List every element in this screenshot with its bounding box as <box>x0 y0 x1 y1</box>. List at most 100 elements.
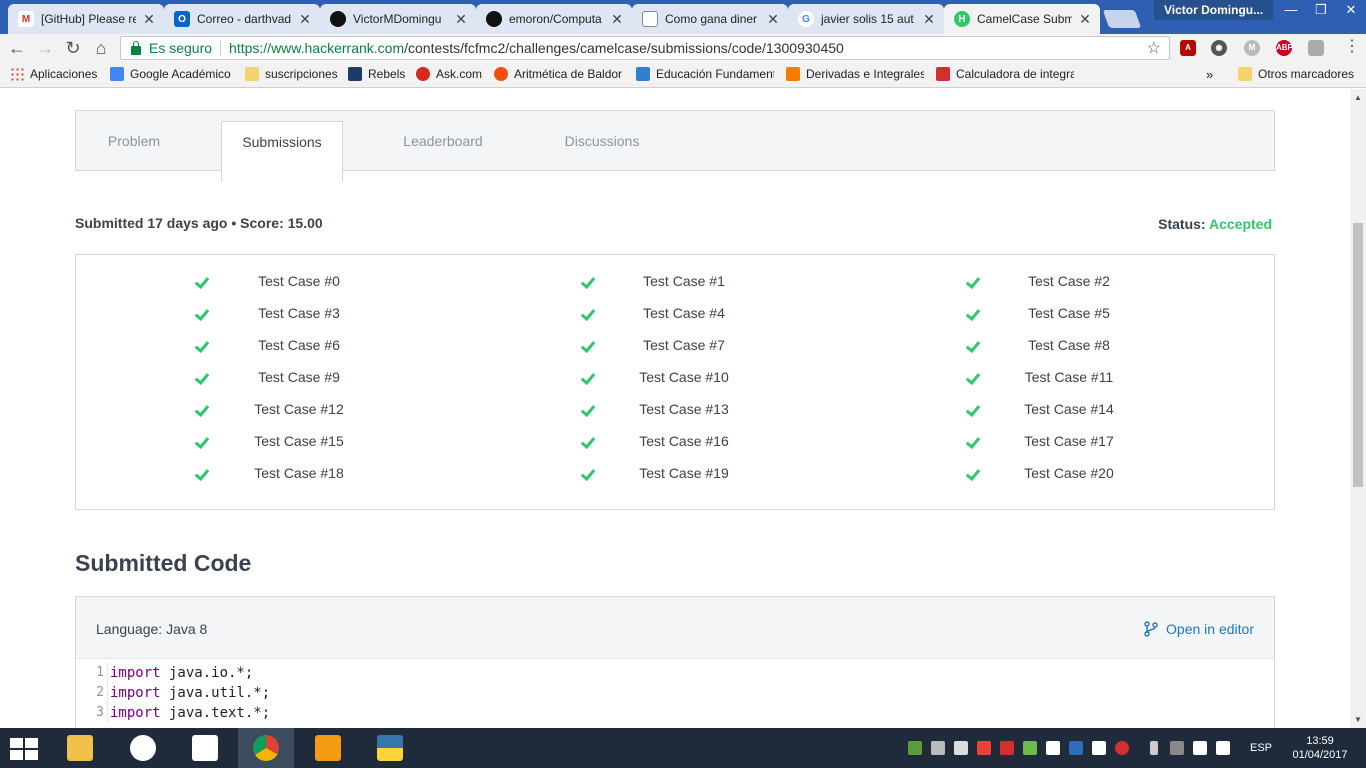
back-arrow-icon[interactable]: ← <box>6 37 28 59</box>
bookmark-derivadas[interactable]: Derivadas e Integrales <box>786 67 924 81</box>
test-case-label[interactable]: Test Case #11 <box>999 369 1139 385</box>
google-icon: G <box>798 11 814 27</box>
wifi-icon[interactable] <box>1193 741 1207 755</box>
tray-app-icon[interactable] <box>1170 741 1184 755</box>
tab-submissions[interactable]: Submissions <box>221 121 343 182</box>
taskbar-media-app[interactable] <box>300 728 356 768</box>
browser-tab-github-1[interactable]: VictorMDomingu ✕ <box>320 4 476 34</box>
test-case-label[interactable]: Test Case #14 <box>999 401 1139 417</box>
browser-tab-gmail[interactable]: M [GitHub] Please re ✕ <box>8 4 164 34</box>
browser-tab-outlook[interactable]: O Correo - darthvad ✕ <box>164 4 320 34</box>
browser-tab-github-2[interactable]: emoron/Computa ✕ <box>476 4 632 34</box>
browser-tab-hackerrank[interactable]: H CamelCase Subm ✕ <box>944 4 1100 34</box>
test-case-label[interactable]: Test Case #10 <box>614 369 754 385</box>
test-case-label[interactable]: Test Case #0 <box>229 273 369 289</box>
test-case-label[interactable]: Test Case #15 <box>229 433 369 449</box>
system-tray <box>900 728 1240 768</box>
test-case-label[interactable]: Test Case #20 <box>999 465 1139 481</box>
mega-extension-icon[interactable]: M <box>1244 40 1260 56</box>
test-case-label[interactable]: Test Case #4 <box>614 305 754 321</box>
drive-extension-icon[interactable] <box>1308 40 1324 56</box>
scroll-up-icon[interactable]: ▲ <box>1354 93 1362 102</box>
profile-button[interactable]: Victor Domingu... <box>1154 0 1274 20</box>
taskbar-acrobat[interactable] <box>177 728 233 768</box>
test-case-label[interactable]: Test Case #13 <box>614 401 754 417</box>
scroll-down-icon[interactable]: ▼ <box>1354 715 1362 724</box>
star-icon[interactable]: ☆ <box>1147 38 1161 58</box>
taskbar-file-explorer[interactable] <box>52 728 108 768</box>
taskbar-clock[interactable]: 13:59 01/04/2017 <box>1285 734 1355 762</box>
minimize-icon[interactable]: — <box>1276 0 1306 20</box>
bookmark-apps[interactable]: Aplicaciones <box>10 67 97 81</box>
tray-app-icon[interactable] <box>977 741 991 755</box>
browser-tab-google[interactable]: G javier solis 15 aut ✕ <box>788 4 944 34</box>
test-case-label[interactable]: Test Case #7 <box>614 337 754 353</box>
open-in-editor-link[interactable]: Open in editor <box>1144 621 1254 637</box>
close-window-icon[interactable]: ✕ <box>1336 0 1366 20</box>
new-tab-button[interactable] <box>1102 10 1142 28</box>
bookmark-google-scholar[interactable]: Google Académico <box>110 67 231 81</box>
bookmark-folder-suscripciones[interactable]: suscripciones <box>245 67 338 81</box>
maximize-icon[interactable]: ❐ <box>1306 0 1336 20</box>
reload-icon[interactable]: ↻ <box>62 37 84 59</box>
volume-icon[interactable] <box>1216 741 1230 755</box>
windows-start-icon[interactable] <box>10 738 38 760</box>
check-icon <box>580 275 594 289</box>
lock-icon <box>131 40 141 55</box>
tray-app-icon[interactable] <box>1092 741 1106 755</box>
close-icon[interactable]: ✕ <box>142 11 156 28</box>
bookmark-rebels[interactable]: Rebels <box>348 67 405 81</box>
test-case-label[interactable]: Test Case #3 <box>229 305 369 321</box>
bookmark-educacion[interactable]: Educación Fundament <box>636 67 774 81</box>
tray-app-icon[interactable] <box>931 741 945 755</box>
close-icon[interactable]: ✕ <box>922 11 936 28</box>
test-case-label[interactable]: Test Case #18 <box>229 465 369 481</box>
close-icon[interactable]: ✕ <box>454 11 468 28</box>
tab-problem[interactable]: Problem <box>77 111 191 171</box>
test-case-label[interactable]: Test Case #17 <box>999 433 1139 449</box>
close-icon[interactable]: ✕ <box>1078 11 1092 28</box>
test-case-label[interactable]: Test Case #16 <box>614 433 754 449</box>
bookmark-calculadora[interactable]: Calculadora de integra <box>936 67 1074 81</box>
test-case-label[interactable]: Test Case #2 <box>999 273 1139 289</box>
test-case-label[interactable]: Test Case #8 <box>999 337 1139 353</box>
tray-app-icon[interactable] <box>908 741 922 755</box>
battery-icon[interactable] <box>1150 741 1158 755</box>
adblock-plus-icon[interactable]: ABP <box>1276 40 1293 56</box>
tray-app-icon[interactable] <box>1069 741 1083 755</box>
taskbar-messaging[interactable] <box>115 728 171 768</box>
language-indicator[interactable]: ESP <box>1250 742 1272 754</box>
taskbar-chrome[interactable] <box>238 728 294 768</box>
browser-tab-document[interactable]: Como gana diner ✕ <box>632 4 788 34</box>
bookmarks-overflow-chevron-icon[interactable]: » <box>1206 67 1213 82</box>
tab-discussions[interactable]: Discussions <box>543 111 661 171</box>
tray-app-icon[interactable] <box>1023 741 1037 755</box>
close-icon[interactable]: ✕ <box>298 11 312 28</box>
media-extension-icon[interactable]: ◉ <box>1211 40 1227 56</box>
tab-leaderboard[interactable]: Leaderboard <box>383 111 503 171</box>
tray-app-icon[interactable] <box>1000 741 1014 755</box>
address-bar[interactable]: Es seguro https://www.hackerrank.com/con… <box>120 36 1170 60</box>
bookmark-baldor[interactable]: Aritmética de Baldor <box>494 67 622 81</box>
test-case-label[interactable]: Test Case #1 <box>614 273 754 289</box>
pdf-extension-icon[interactable]: A <box>1180 40 1196 56</box>
tray-app-icon[interactable] <box>954 741 968 755</box>
forward-arrow-icon[interactable]: → <box>34 37 56 59</box>
scrollbar-thumb[interactable] <box>1353 223 1363 487</box>
taskbar-python[interactable] <box>362 728 418 768</box>
bookmark-other[interactable]: Otros marcadores <box>1238 67 1354 81</box>
test-case-label[interactable]: Test Case #9 <box>229 369 369 385</box>
mega-icon[interactable] <box>1115 741 1129 755</box>
home-icon[interactable]: ⌂ <box>90 37 112 59</box>
cloud-icon[interactable] <box>1046 741 1060 755</box>
page-scrollbar[interactable]: ▲ ▼ <box>1350 89 1366 729</box>
test-case-label[interactable]: Test Case #5 <box>999 305 1139 321</box>
browser-menu-icon[interactable]: ⋮ <box>1344 37 1360 57</box>
bookmark-ask[interactable]: Ask.com <box>416 67 482 81</box>
divider <box>220 40 222 56</box>
test-case-label[interactable]: Test Case #6 <box>229 337 369 353</box>
test-case-label[interactable]: Test Case #19 <box>614 465 754 481</box>
test-case-label[interactable]: Test Case #12 <box>229 401 369 417</box>
close-icon[interactable]: ✕ <box>610 11 624 28</box>
close-icon[interactable]: ✕ <box>766 11 780 28</box>
